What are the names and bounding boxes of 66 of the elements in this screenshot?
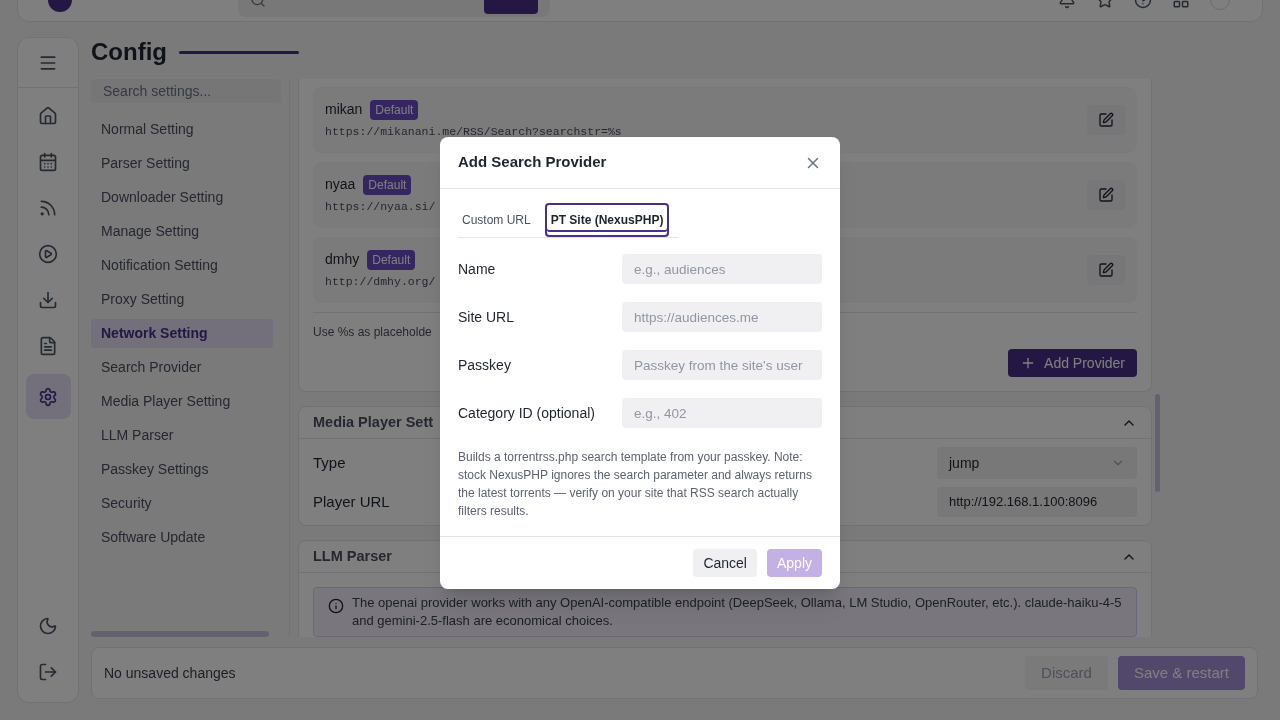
nav-rail-item[interactable] <box>25 374 71 419</box>
provider-hint: Use %s as placeholde <box>313 324 433 341</box>
settings-nav-item[interactable]: Parser Setting <box>91 149 273 178</box>
settings-nav-item[interactable]: Downloader Setting <box>91 183 273 212</box>
settings-nav-item[interactable]: LLM Parser <box>91 421 273 450</box>
page-title: Config <box>91 37 167 67</box>
settings-nav-item[interactable]: Proxy Setting <box>91 285 273 314</box>
field-label: Type <box>313 452 346 473</box>
provider-url: https://nyaa.si/ <box>325 199 436 216</box>
info-text: The openai provider works with any OpenAI-compatible endpoint (DeepSeek, Ollama, LM Studio, OpenRouter, etc.). claude-haiku-4-5 and gemini-2.5-flash are economical choices. <box>352 594 1122 630</box>
text-field[interactable]: Passkey from the site's user <box>622 350 822 380</box>
section-title: Media Player Sett <box>313 412 434 432</box>
settings-nav-item[interactable]: Software Update <box>91 523 273 552</box>
edit-icon <box>1098 262 1114 278</box>
default-badge: Default <box>367 249 416 270</box>
field-label: Passkey <box>458 355 511 375</box>
type-select[interactable]: jump <box>937 447 1137 479</box>
dialog-tab[interactable]: PT Site (NexusPHP) <box>544 203 670 237</box>
settings-nav-item[interactable]: Notification Setting <box>91 251 273 280</box>
logout-icon[interactable] <box>38 662 58 682</box>
cancel-button[interactable]: Cancel <box>693 549 757 577</box>
edit-icon <box>1098 112 1114 128</box>
calendar-icon <box>38 152 58 172</box>
settings-search-field[interactable]: Search settings... <box>91 79 281 103</box>
field-label: Player URL <box>313 491 390 512</box>
settings-nav-item[interactable]: Security <box>91 489 273 518</box>
provider-name: dmhy <box>325 250 360 270</box>
edit-button[interactable] <box>1087 180 1125 210</box>
settings-nav-item[interactable]: Media Player Setting <box>91 387 273 416</box>
dialog-title: Add Search Provider <box>458 152 607 173</box>
provider-url: https://mikanani.me/RSS/Search?searchstr=%s <box>325 124 622 141</box>
document-icon <box>38 336 58 356</box>
edit-icon <box>1098 187 1114 203</box>
text-field[interactable]: e.g., audiences <box>622 254 822 284</box>
field-label: Site URL <box>458 307 515 327</box>
info-icon <box>328 598 344 614</box>
scrollbar[interactable] <box>91 631 269 637</box>
settings-icon <box>38 386 58 407</box>
field-label: Name <box>458 259 496 279</box>
settings-nav-item[interactable]: Network Setting <box>91 319 273 348</box>
provider-name: nyaa <box>325 175 356 195</box>
home-icon <box>38 106 58 126</box>
default-badge: Default <box>370 99 419 120</box>
rss-icon <box>38 198 58 218</box>
help-text: Builds a torrentrss.php search template from your passkey. Note: stock NexusPHP ignores the search parameter and always returns the latest torrents — verify on your site that RSS search actually filters results. <box>458 449 813 520</box>
provider-name: mikan <box>325 100 363 120</box>
play-icon <box>38 244 58 264</box>
section-title: LLM Parser <box>313 546 392 566</box>
dialog-tab[interactable]: Custom URL <box>458 203 535 237</box>
settings-nav-item[interactable]: Normal Setting <box>91 115 273 144</box>
text-field[interactable]: https://audiences.me <box>622 302 822 332</box>
status-text: No unsaved changes <box>104 663 236 683</box>
default-badge: Default <box>363 174 412 195</box>
add-provider-button[interactable]: Add Provider <box>1008 349 1137 377</box>
edit-button[interactable] <box>1087 255 1125 285</box>
settings-nav-item[interactable]: Search Provider <box>91 353 273 382</box>
player-url-field[interactable]: http://192.168.1.100:8096 <box>937 487 1137 517</box>
provider-url: http://dmhy.org/ <box>325 274 436 291</box>
scrollbar[interactable] <box>1155 394 1160 492</box>
download-icon <box>38 290 58 310</box>
edit-button[interactable] <box>1087 105 1125 135</box>
field-label: Category ID (optional) <box>458 403 595 423</box>
text-field[interactable]: e.g., 402 <box>622 398 822 428</box>
settings-nav-item[interactable]: Passkey Settings <box>91 455 273 484</box>
moon-icon[interactable] <box>38 616 58 636</box>
settings-nav-item[interactable]: Manage Setting <box>91 217 273 246</box>
